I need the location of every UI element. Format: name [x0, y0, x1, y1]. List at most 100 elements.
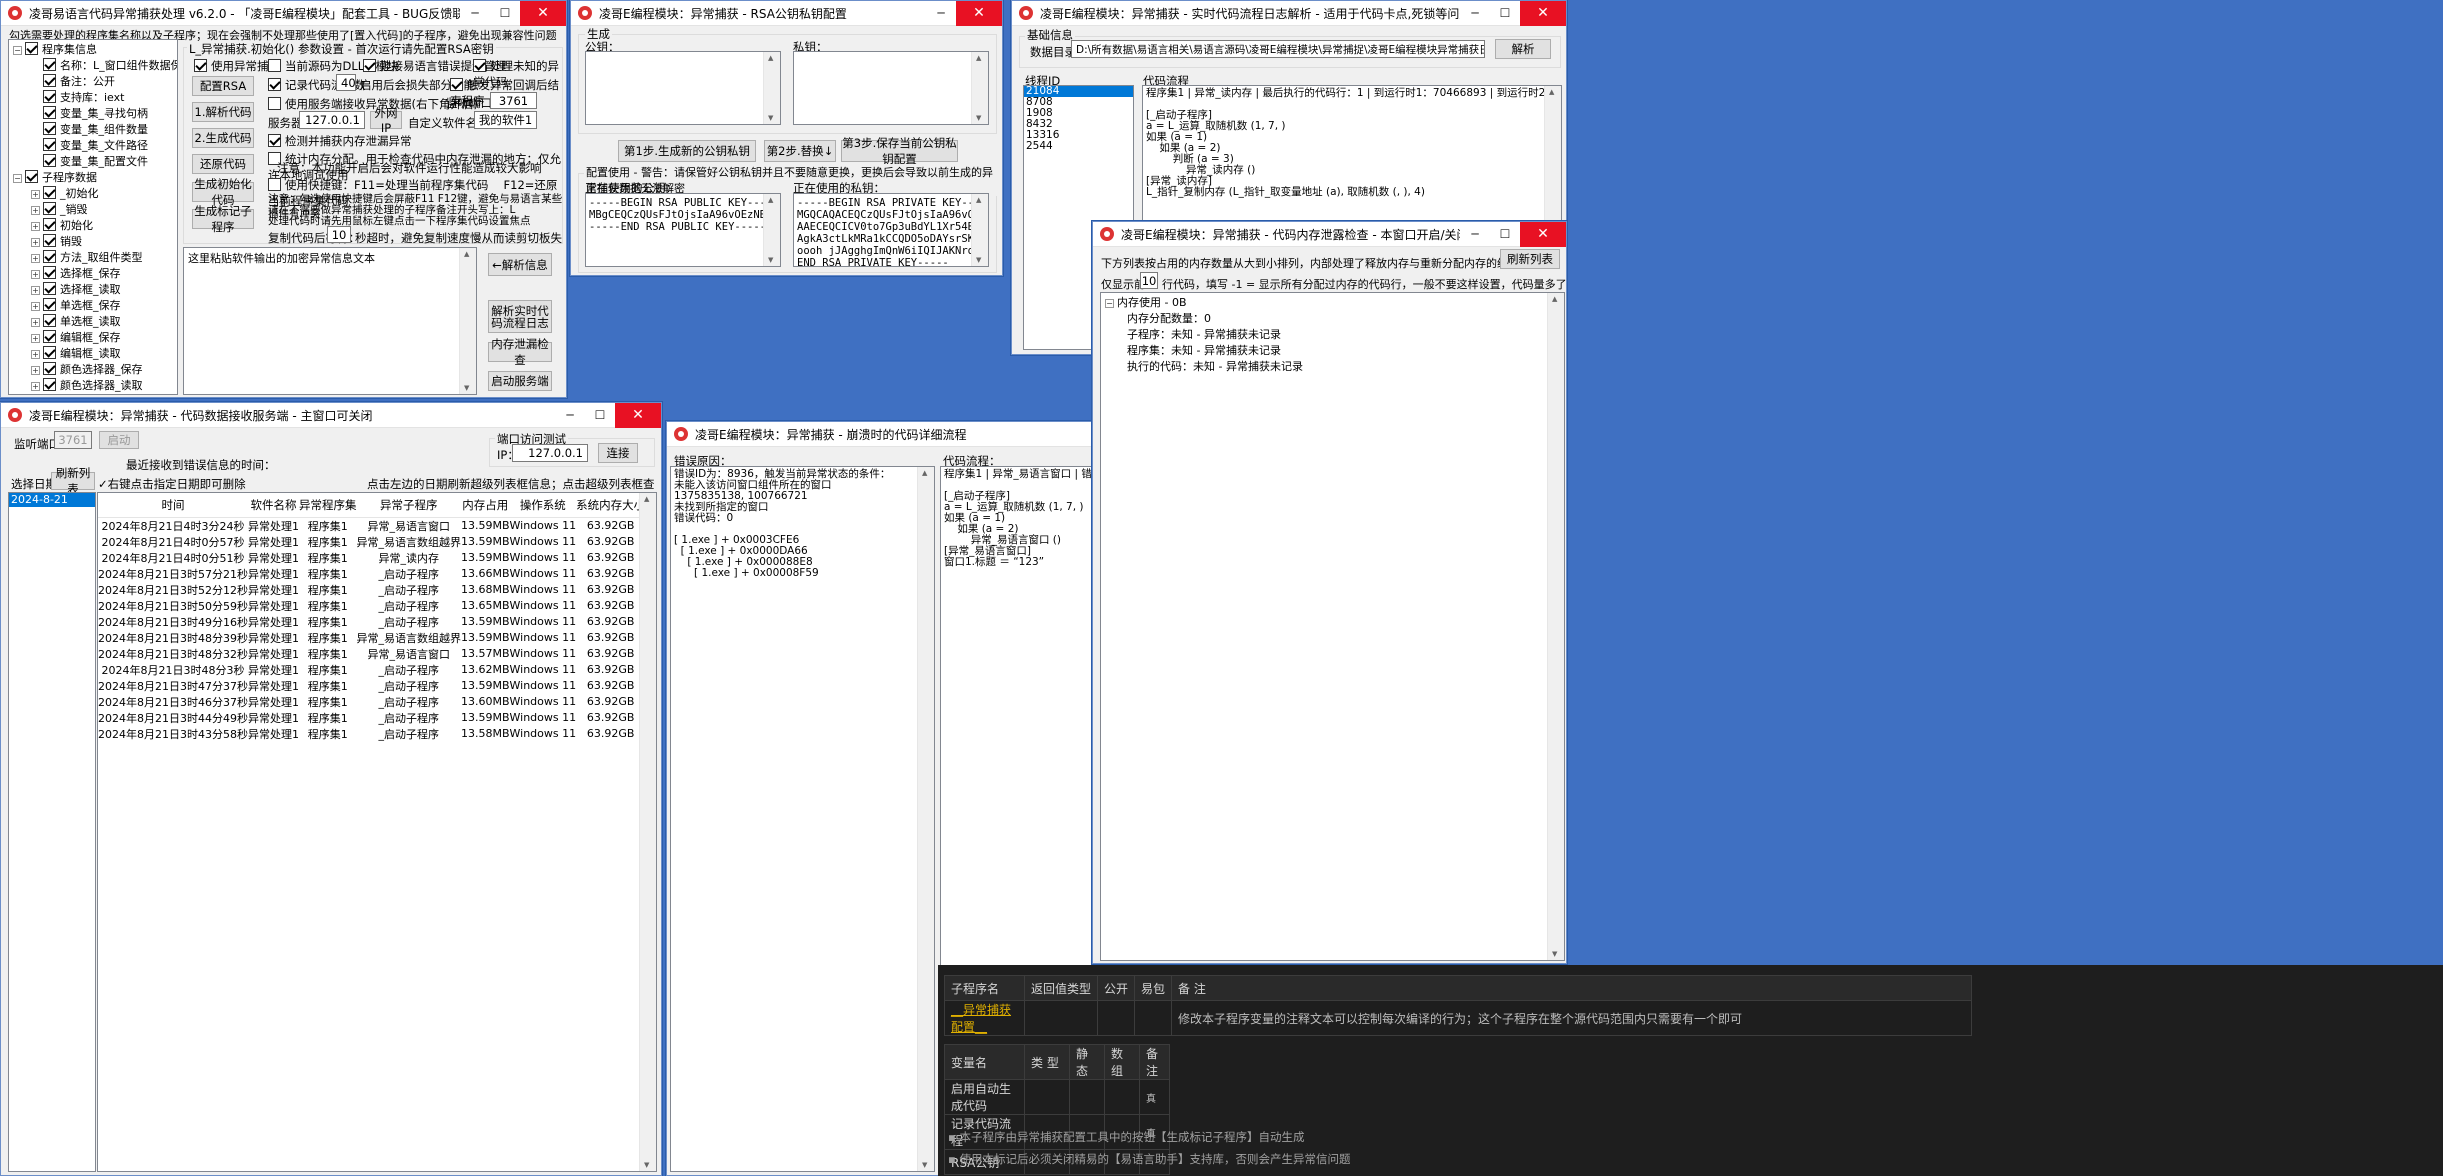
table-row[interactable]: 2024年8月21日3时57分21秒 异常处理1 程序集1 _启动子程序 13.66MB…	[98, 566, 645, 582]
column-header[interactable]: 内存占用	[461, 493, 510, 517]
tree-item[interactable]: 变量_集_寻找句柄	[13, 106, 173, 122]
tree-item[interactable]: +列表框_保存	[13, 394, 173, 395]
table-row[interactable]: 2024年8月21日3时48分3秒 异常处理1 程序集1 _启动子程序 13.62MB W…	[98, 662, 645, 678]
tree-item[interactable]: 变量_集_文件路径	[13, 138, 173, 154]
tree-item[interactable]: + 选择框_读取	[13, 282, 173, 298]
title-bar[interactable]: 凌哥E编程模块：异常捕获 - 代码内存泄露检查 - 本窗口开启/关闭均不影响数据…	[1093, 222, 1566, 247]
memory-tree[interactable]: − 内存使用 - 0B 内存分配数量：0 子程序：未知 - 异常捕获未记录 程序集：未…	[1100, 292, 1565, 961]
column-header[interactable]: 操作系统	[510, 493, 577, 517]
close-button[interactable]: ✕	[615, 403, 661, 428]
reason-view[interactable]: 错误ID为：8936，触发当前异常状态的条件： 未能入该访问窗口组件所在的窗口 13…	[670, 466, 935, 1172]
maximize-button[interactable]: ☐	[490, 1, 520, 26]
step1-button[interactable]: 第1步.生成新的公钥私钥	[618, 140, 756, 162]
date-list[interactable]: 2024-8-21	[8, 492, 96, 1172]
close-button[interactable]: ✕	[1520, 1, 1566, 26]
tool-button-4[interactable]: 生成初始化代码	[192, 177, 254, 207]
date-item[interactable]: 2024-8-21	[9, 493, 95, 507]
memory-tree-item[interactable]: 内存分配数量：0	[1127, 311, 1560, 327]
table-row[interactable]: 2024年8月21日3时46分37秒 异常处理1 程序集1 _启动子程序 13.60MB…	[98, 694, 645, 710]
tree-item[interactable]: + _初始化	[13, 186, 173, 202]
tree-item[interactable]: + 单选框_读取	[13, 314, 173, 330]
minimize-button[interactable]: ─	[555, 403, 585, 428]
inuse-public-key[interactable]: -----BEGIN RSA PUBLIC KEY----- MBgCEQCzQU…	[585, 193, 781, 267]
record-count-input[interactable]: 40	[336, 74, 356, 91]
title-bar[interactable]: 凌哥E编程模块：异常捕获 - 实时代码流程日志解析 - 适用于代码卡点,死锁等问…	[1012, 1, 1566, 26]
tree-item[interactable]: + 编辑框_保存	[13, 330, 173, 346]
ide-var-row[interactable]: 启用自动生成代码 真	[944, 1079, 1170, 1115]
new-private-key[interactable]	[793, 51, 989, 125]
refresh-button[interactable]: 刷新列表	[1500, 249, 1560, 269]
memory-tree-item[interactable]: 子程序：未知 - 异常捕获未记录	[1127, 327, 1560, 343]
data-dir-input[interactable]: D:\所有数据\易语言相关\易语言源码\凌哥E编程模块\异常捕捉\凌哥E编程模块…	[1071, 40, 1485, 58]
server-button[interactable]: 启动服务端	[488, 371, 552, 391]
title-bar[interactable]: 凌哥E编程模块：异常捕获 - 代码数据接收服务端 - 主窗口可关闭 ─ ☐ ✕	[1, 403, 661, 428]
minimize-button[interactable]: ─	[460, 1, 490, 26]
tree-item[interactable]: 支持库：iext	[13, 90, 173, 106]
maximize-button[interactable]: ☐	[585, 403, 615, 428]
table-row[interactable]: 2024年8月21日3时47分37秒 异常处理1 程序集1 _启动子程序 13.59MB…	[98, 678, 645, 694]
custom-name-input[interactable]: 我的软件1	[474, 111, 537, 129]
title-bar[interactable]: 凌哥易语言代码异常捕获处理 v6.2.0 - 「凌哥E编程模块」配套工具 - B…	[1, 1, 566, 26]
column-header[interactable]: 异常子程序	[356, 493, 461, 517]
parse-button[interactable]: 解析	[1495, 39, 1551, 59]
tree-item[interactable]: + 颜色选择器_保存	[13, 362, 173, 378]
paste-textarea[interactable]: 这里粘贴软件输出的加密异常信息文本	[183, 247, 477, 395]
code-tree[interactable]: −程序集信息 名称：L_窗口组件数据保存备注：公开支持库：iext变量_集_寻找…	[8, 39, 178, 395]
tree-item[interactable]: 变量_集_组件数量	[13, 122, 173, 138]
copy-wait-input[interactable]: 10	[327, 226, 351, 243]
tree-item[interactable]: 变量_集_配置文件	[13, 154, 173, 170]
tree-item[interactable]: + 颜色选择器_读取	[13, 378, 173, 394]
tree-item[interactable]: 名称：L_窗口组件数据保存	[13, 58, 177, 74]
minimize-button[interactable]: ─	[1460, 1, 1490, 26]
column-header[interactable]: 系统内存大小	[576, 493, 645, 517]
tree-item[interactable]: + _销毁	[13, 202, 173, 218]
column-header[interactable]: 异常程序集	[299, 493, 357, 517]
table-row[interactable]: 2024年8月21日4时0分57秒 异常处理1 程序集1 异常_易语言数组越界 13.5…	[98, 534, 645, 550]
tree-item[interactable]: + 初始化	[13, 218, 173, 234]
show-count-input[interactable]: 10	[1140, 272, 1158, 289]
tool-button-3[interactable]: 还原代码	[192, 154, 254, 174]
minimize-button[interactable]: ─	[1460, 222, 1490, 247]
tool-button-1[interactable]: 1.解析代码	[192, 102, 254, 122]
close-button[interactable]: ✕	[1520, 222, 1566, 247]
step2-button[interactable]: 第2步.替换↓	[764, 140, 836, 162]
var-name[interactable]: 启用自动生成代码	[944, 1079, 1025, 1115]
listen-port-input[interactable]: 3761	[490, 92, 537, 109]
tool-button-5[interactable]: 生成标记子程序	[192, 204, 254, 234]
parse-info-button[interactable]: ←解析信息	[488, 253, 552, 276]
inuse-private-key[interactable]: -----BEGIN RSA PRIVATE KEY----- MGQCAQACE…	[793, 193, 989, 267]
tool-button-0[interactable]: 配置RSA	[192, 76, 254, 96]
memory-tree-item[interactable]: 程序集：未知 - 异常捕获未记录	[1127, 343, 1560, 359]
minimize-button[interactable]: ─	[926, 1, 956, 26]
tree-item[interactable]: + 销毁	[13, 234, 173, 250]
table-row[interactable]: 2024年8月21日3时44分49秒 异常处理1 程序集1 _启动子程序 13.59MB…	[98, 710, 645, 726]
sub-name-cell[interactable]: __异常捕获配置__	[944, 1000, 1025, 1036]
memcheck-button[interactable]: 内存泄漏检查	[488, 337, 552, 367]
maximize-button[interactable]: ☐	[1490, 222, 1520, 247]
tree-item[interactable]: + 选择框_保存	[13, 266, 173, 282]
test-ip-input[interactable]: 127.0.0.1	[512, 444, 588, 462]
table-row[interactable]: 2024年8月21日3时52分12秒 异常处理1 程序集1 _启动子程序 13.68MB…	[98, 582, 645, 598]
new-public-key[interactable]	[585, 51, 781, 125]
connect-button[interactable]: 连接	[598, 443, 638, 463]
server-input[interactable]: 127.0.0.1	[299, 111, 365, 129]
close-button[interactable]: ✕	[956, 1, 1002, 26]
table-row[interactable]: 2024年8月21日3时48分39秒 异常处理1 程序集1 异常_易语言数组越界 13.…	[98, 630, 645, 646]
column-header[interactable]: 时间	[98, 493, 248, 517]
close-button[interactable]: ✕	[520, 1, 566, 26]
table-row[interactable]: 2024年8月21日3时48分32秒 异常处理1 程序集1 异常_易语言窗口 13.57…	[98, 646, 645, 662]
step3-button[interactable]: 第3步.保存当前公钥私钥配置	[841, 136, 958, 166]
thread-id-item[interactable]: 2544	[1024, 141, 1133, 152]
table-row[interactable]: 2024年8月21日3时43分58秒 异常处理1 程序集1 _启动子程序 13.58MB…	[98, 726, 645, 742]
tree-item[interactable]: + 编辑框_读取	[13, 346, 173, 362]
parse-log-button[interactable]: 解析实时代码流程日志	[488, 300, 552, 333]
maximize-button[interactable]: ☐	[1490, 1, 1520, 26]
memory-tree-item[interactable]: 执行的代码：未知 - 异常捕获未记录	[1127, 359, 1560, 375]
extip-button[interactable]: 外网IP	[370, 106, 402, 135]
opt-mem[interactable]: 检测并捕获内存泄漏异常	[268, 133, 412, 149]
title-bar[interactable]: 凌哥E编程模块：异常捕获 - RSA公钥私钥配置 ─ ✕	[571, 1, 1002, 26]
tree-item[interactable]: + 单选框_保存	[13, 298, 173, 314]
table-row[interactable]: 2024年8月21日4时0分51秒 异常处理1 程序集1 异常_读内存 13.59MB W…	[98, 550, 645, 566]
table-row[interactable]: 2024年8月21日4时3分24秒 异常处理1 程序集1 异常_易语言窗口 13.59M…	[98, 517, 645, 534]
tree-item[interactable]: + 方法_取组件类型	[13, 250, 173, 266]
